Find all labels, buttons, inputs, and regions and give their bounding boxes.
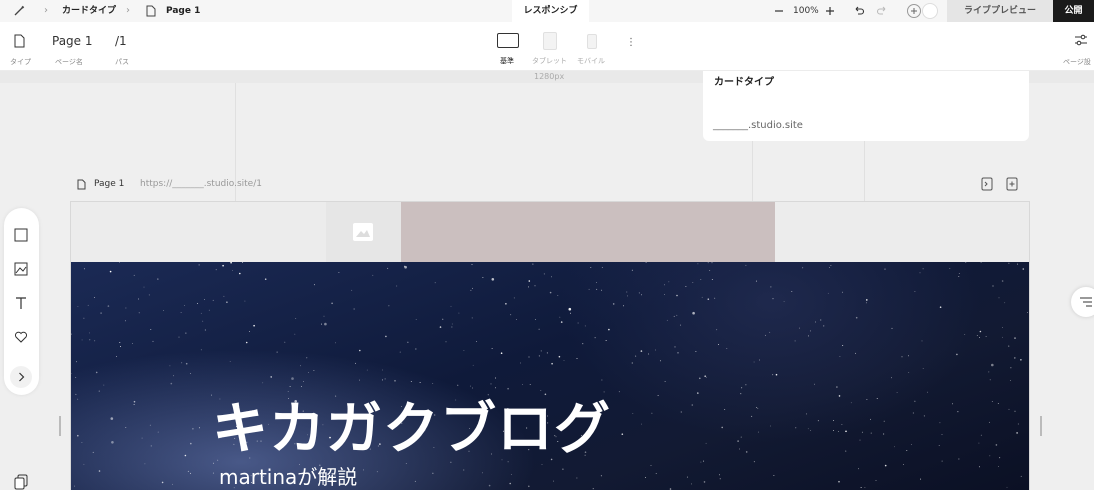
path-field[interactable]: /1 <box>115 34 127 48</box>
chevron-right-icon: › <box>126 5 130 16</box>
hero-title[interactable]: キカガクブログ <box>212 384 611 465</box>
brush-icon[interactable] <box>13 5 25 17</box>
desktop-icon <box>497 33 519 48</box>
type-label: タイプ <box>10 58 31 66</box>
device-tablet-label: タブレット <box>532 57 567 65</box>
page-name-label: ページ名 <box>55 58 83 66</box>
list-icon <box>1079 296 1093 308</box>
device-mobile-label: モバイル <box>577 57 605 65</box>
page-row-url[interactable]: https://_______.studio.site/1 <box>140 179 262 189</box>
redo-icon[interactable] <box>876 5 888 17</box>
device-base-label: 基準 <box>500 57 514 65</box>
more-icon[interactable]: ⋮ <box>626 38 636 48</box>
heart-icon[interactable] <box>14 330 30 346</box>
canvas-resize-handle-left[interactable] <box>59 416 61 436</box>
hero-section[interactable]: キカガクブログ martinaが解説 <box>71 262 1029 490</box>
chevron-right-icon: › <box>44 5 48 16</box>
ruler-width-label: 1280px <box>534 72 565 81</box>
plus-icon[interactable] <box>824 5 836 17</box>
header-color-block[interactable] <box>401 202 775 262</box>
breadcrumb-card-type[interactable]: カードタイプ <box>62 0 116 22</box>
page-name-field[interactable]: Page 1 <box>52 34 93 48</box>
card-type-title: カードタイプ <box>714 77 774 88</box>
page-settings-label: ページ設 <box>1063 58 1091 66</box>
tablet-icon <box>543 32 557 50</box>
tool-rail <box>4 208 39 395</box>
page-icon <box>146 5 156 17</box>
hero-subtitle[interactable]: martinaが解説 <box>219 461 357 490</box>
card-type-panel: カードタイプ _______.studio.site <box>703 71 1029 141</box>
add-circle-icon[interactable] <box>906 3 922 19</box>
path-label: パス <box>115 58 129 66</box>
avatar[interactable] <box>922 3 938 19</box>
device-tablet-button[interactable]: タブレット <box>530 32 570 72</box>
card-url[interactable]: _______.studio.site <box>713 120 803 131</box>
minus-icon[interactable] <box>773 5 785 17</box>
page-settings-bar: タイプ Page 1 ページ名 /1 パス 基準 タブレット モバイル ⋮ ペー… <box>0 22 1094 71</box>
page-canvas[interactable]: キカガクブログ martinaが解説 <box>70 201 1030 490</box>
copy-icon[interactable] <box>14 474 28 490</box>
box-icon[interactable] <box>14 228 30 244</box>
page-type-icon[interactable] <box>14 34 25 48</box>
top-toolbar: › カードタイプ › Page 1 レスポンシブ 100% ライブプレビュー 公… <box>0 0 1094 22</box>
text-icon[interactable] <box>14 296 30 312</box>
page-icon <box>77 179 86 190</box>
publish-button[interactable]: 公開 <box>1053 0 1094 22</box>
mobile-icon <box>587 34 597 49</box>
breadcrumb-page[interactable]: Page 1 <box>166 0 200 22</box>
layers-toggle-button[interactable] <box>1071 287 1094 317</box>
page-row-name[interactable]: Page 1 <box>94 179 124 189</box>
live-preview-button[interactable]: ライブプレビュー <box>947 0 1053 22</box>
zoom-level[interactable]: 100% <box>793 0 819 22</box>
image-placeholder[interactable] <box>326 202 401 262</box>
header-section[interactable] <box>71 202 1029 262</box>
canvas-resize-handle-right[interactable] <box>1040 416 1042 436</box>
image-icon[interactable] <box>14 262 30 278</box>
device-mobile-button[interactable]: モバイル <box>575 32 610 72</box>
page-settings-icon[interactable] <box>981 177 993 191</box>
device-base-button[interactable]: 基準 <box>495 32 521 72</box>
add-page-icon[interactable] <box>1006 177 1018 191</box>
settings-sliders-icon[interactable] <box>1074 34 1088 46</box>
image-icon <box>353 223 373 241</box>
tab-responsive[interactable]: レスポンシブ <box>512 0 589 22</box>
expand-rail-button[interactable] <box>10 366 32 388</box>
undo-icon[interactable] <box>853 5 865 17</box>
